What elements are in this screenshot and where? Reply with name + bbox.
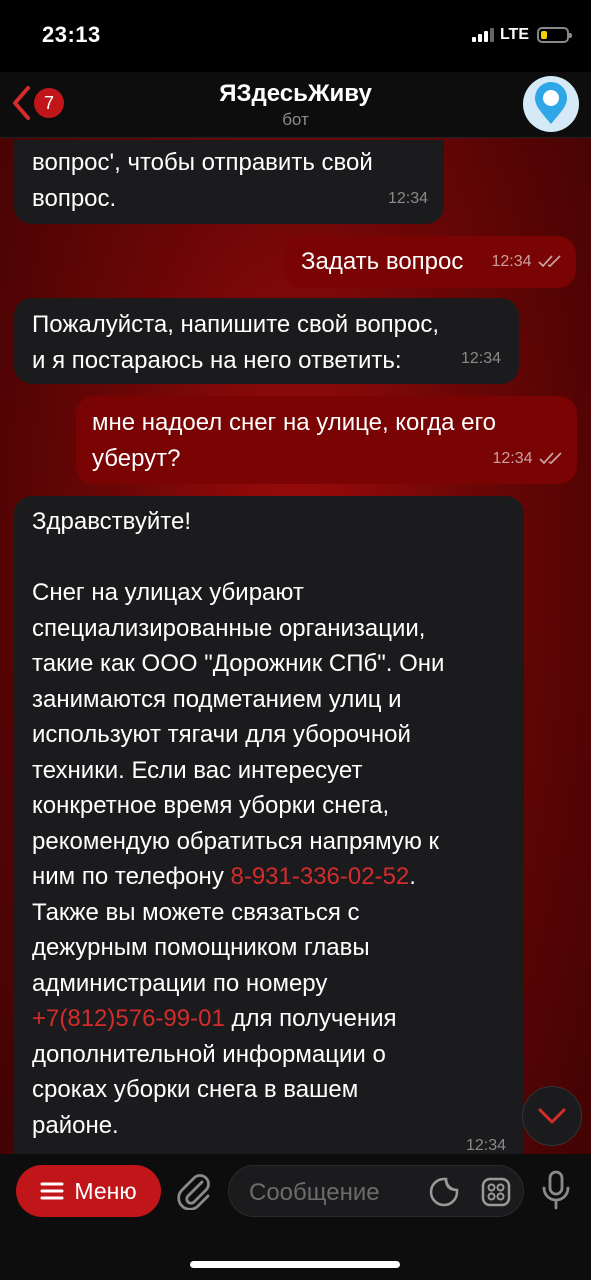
message-text: вопрос', чтобы отправить свой вопрос. (32, 149, 373, 212)
network-type: LTE (499, 26, 529, 43)
message-text: мне надоел снег на улице, когда его убер… (92, 409, 497, 472)
chat-subtitle: бот (282, 110, 309, 129)
bot-avatar[interactable] (523, 76, 579, 132)
bot-apps-button[interactable] (481, 1177, 511, 1212)
message-incoming[interactable]: вопрос', чтобы отправить свой вопрос. 12… (14, 140, 444, 224)
voice-button[interactable] (540, 1170, 572, 1215)
paperclip-icon (177, 1174, 210, 1211)
message-text: Здравствуйте! Снег на улицах убирают спе… (32, 504, 444, 1143)
home-indicator[interactable] (190, 1261, 400, 1268)
message-time: 12:34 (387, 189, 428, 207)
bot-avatar-icon (535, 82, 567, 124)
message-time: 12:34 (460, 349, 501, 367)
message-outgoing[interactable]: Задать вопрос 12:34 (284, 236, 576, 288)
menu-button-label: Меню (74, 1177, 137, 1204)
message-greeting: Здравствуйте! (32, 508, 192, 535)
chat-title[interactable]: ЯЗдесьЖиву (0, 80, 591, 108)
status-indicators: LTE (471, 26, 572, 44)
phone-link[interactable]: 8-931-336-02-52 (230, 863, 409, 890)
message-incoming[interactable]: Здравствуйте! Снег на улицах убирают спе… (14, 496, 524, 1156)
signal-icon (471, 28, 494, 42)
message-text: Задать вопрос (301, 248, 464, 275)
menu-icon (40, 1182, 64, 1200)
scroll-down-button[interactable] (522, 1086, 582, 1146)
message-body-part: Снег на улицах убирают специализированны… (32, 579, 445, 890)
message-input-placeholder: Сообщение (249, 1179, 380, 1206)
sticker-button[interactable] (429, 1177, 459, 1212)
message-time: 12:34 (492, 244, 565, 280)
attach-button[interactable] (176, 1172, 212, 1215)
scroll-down-icon (538, 1108, 566, 1124)
apps-icon (481, 1177, 511, 1207)
battery-icon (537, 27, 572, 43)
message-incoming[interactable]: Пожалуйста, напишите свой вопрос, и я по… (14, 298, 519, 384)
message-time: 12:34 (493, 441, 566, 477)
microphone-icon (542, 1170, 570, 1210)
message-time-text: 12:34 (491, 252, 532, 270)
phone-link[interactable]: +7(812)576-99-01 (32, 1005, 225, 1032)
menu-button[interactable]: Меню (16, 1165, 161, 1217)
message-outgoing[interactable]: мне надоел снег на улице, когда его убер… (76, 396, 577, 484)
double-check-icon (539, 452, 562, 465)
chat-header: 7 ЯЗдесьЖиву бот (0, 72, 591, 138)
message-time-text: 12:34 (492, 449, 533, 467)
message-input[interactable]: Сообщение (228, 1165, 524, 1217)
status-time: 23:13 (42, 22, 101, 47)
status-bar: 23:13 LTE (0, 0, 591, 72)
message-text: Пожалуйста, напишите свой вопрос, и я по… (32, 311, 440, 374)
chat-screen: 23:13 LTE 7 ЯЗдесьЖиву бот вопрос', чтоб… (0, 0, 591, 1280)
double-check-icon (538, 255, 561, 268)
sticker-icon (429, 1177, 459, 1207)
